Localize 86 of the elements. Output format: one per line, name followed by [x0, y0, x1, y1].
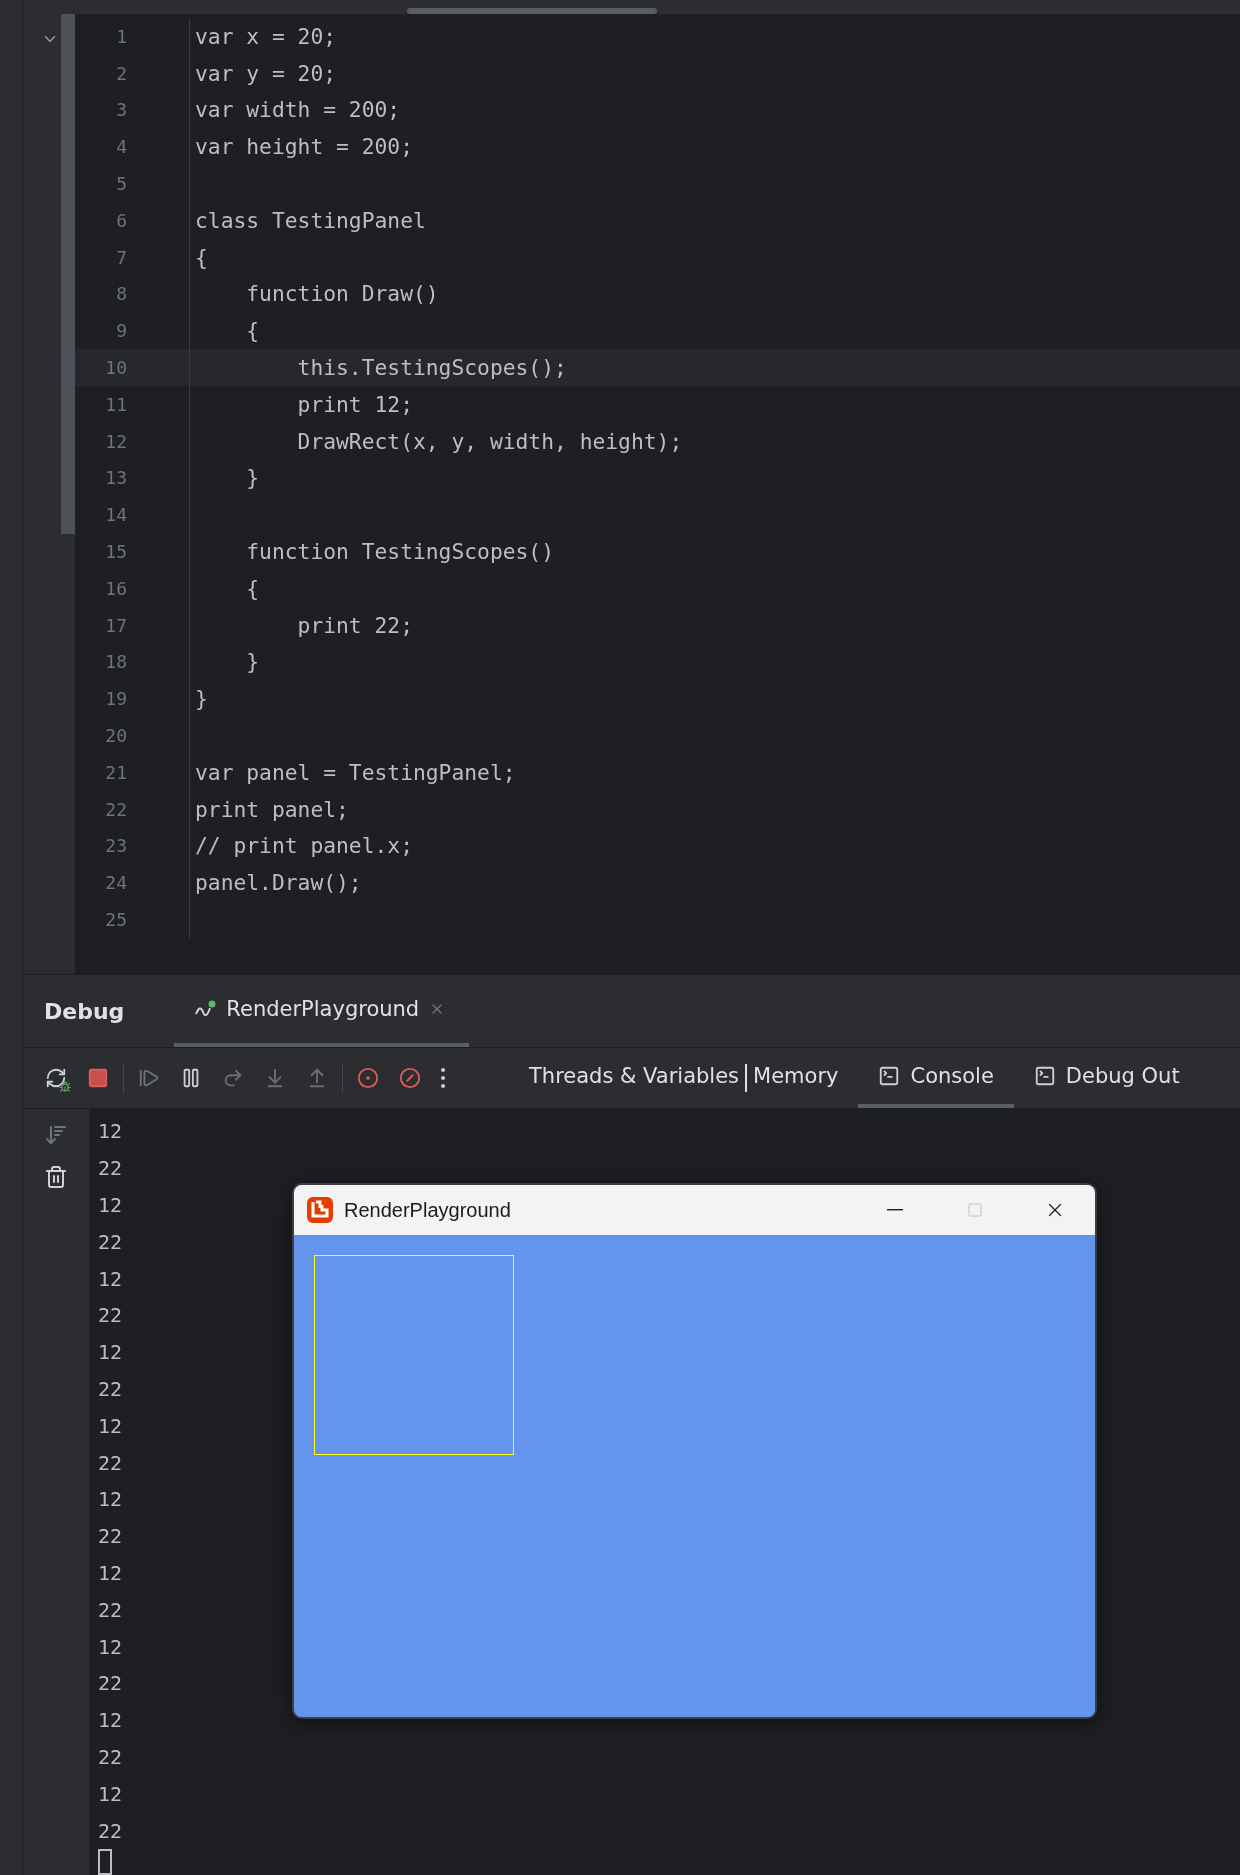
maximize-icon	[967, 1202, 983, 1218]
code-line: var panel = TestingPanel;	[195, 759, 516, 785]
line-number: 16	[104, 577, 127, 599]
window-title: RenderPlayground	[344, 1198, 512, 1222]
code-line: print 12;	[296, 391, 413, 417]
line-number: 23	[104, 835, 127, 857]
console-output-line: 12	[98, 1266, 123, 1291]
console-output-line: 12	[98, 1561, 123, 1585]
line-number: 17	[104, 614, 127, 636]
console-output-line: 12	[98, 1193, 123, 1218]
console-output-line: 12	[98, 1119, 123, 1144]
line-number: 13	[104, 467, 127, 489]
console-output-line: 12	[98, 1634, 123, 1659]
session-label: RenderPlayground	[226, 997, 420, 1022]
line-number: 11	[104, 393, 127, 415]
console-output-line: 12	[98, 1708, 123, 1733]
code-line: var y = 20;	[195, 60, 337, 86]
line-number: 9	[115, 320, 127, 342]
terminal-icon	[878, 1065, 901, 1088]
app-logo-icon	[306, 1196, 334, 1224]
line-number: 21	[104, 761, 127, 783]
line-number: 7	[115, 246, 127, 268]
session-tab[interactable]: RenderPlayground	[174, 975, 470, 1048]
breakpoints-icon	[357, 1067, 379, 1090]
stop-icon	[87, 1067, 109, 1090]
code-line: print 22;	[296, 612, 413, 638]
code-line: class TestingPanel	[195, 207, 426, 233]
run-session-icon	[194, 1000, 217, 1019]
code-line: {	[245, 575, 260, 601]
view-tab[interactable]: Debug Out	[1013, 1048, 1200, 1109]
console-output-line: 22	[98, 1597, 123, 1622]
line-number: 18	[104, 651, 127, 673]
line-number: 5	[115, 173, 127, 195]
code-line: function TestingScopes()	[245, 539, 554, 565]
console-output-line: 12	[98, 1781, 123, 1806]
mute-breakpoints-icon	[399, 1067, 421, 1090]
code-line: this.TestingScopes();	[296, 355, 567, 381]
text-cursor	[98, 1849, 112, 1875]
line-number: 1	[115, 25, 127, 47]
line-number: 19	[104, 688, 127, 710]
line-number: 10	[104, 357, 127, 379]
line-number: 25	[104, 909, 127, 930]
console-output-line: 22	[98, 1818, 123, 1843]
line-number: 2	[115, 62, 127, 84]
panel-title: Debug	[44, 998, 125, 1024]
code-line: {	[245, 318, 260, 344]
console-output-line: 22	[98, 1156, 123, 1181]
line-number: 14	[104, 504, 127, 526]
trash-icon[interactable]	[44, 1165, 68, 1190]
console-output-line: 12	[98, 1487, 123, 1512]
console-output-line: 22	[98, 1377, 123, 1402]
line-number: 6	[115, 209, 127, 231]
console-output-line: 22	[98, 1303, 123, 1328]
console-output-line: 22	[98, 1524, 123, 1549]
code-line: DrawRect(x, y, width, height);	[296, 428, 683, 454]
code-line: }	[245, 649, 260, 675]
more-icon	[441, 1068, 445, 1089]
console-output-line: 22	[98, 1671, 123, 1696]
code-line: var height = 200;	[195, 134, 413, 160]
code-line: {	[195, 244, 208, 270]
console-output-line: 12	[98, 1340, 123, 1365]
console-output-line: 22	[98, 1450, 123, 1475]
line-number: 4	[115, 136, 127, 158]
code-line: }	[245, 465, 260, 491]
line-number: 12	[104, 430, 127, 452]
console-output-line: 12	[98, 1413, 123, 1438]
code-line: }	[195, 686, 208, 712]
code-line: var x = 20;	[195, 23, 337, 49]
code-line: var width = 200;	[195, 97, 401, 123]
line-number: 22	[104, 798, 127, 820]
code-line: // print panel.x;	[195, 833, 413, 859]
console-output-line: 22	[98, 1229, 123, 1254]
code-line: function Draw()	[245, 281, 439, 307]
line-number: 8	[115, 283, 127, 305]
minimize-icon	[887, 1209, 903, 1211]
console-output-line: 22	[98, 1745, 123, 1769]
view-tab[interactable]: Threads & Variables	[529, 1048, 746, 1109]
terminal-icon	[1033, 1065, 1056, 1088]
code-line: panel.Draw();	[195, 870, 362, 896]
line-number: 3	[115, 99, 127, 121]
code-line: print panel;	[195, 796, 349, 822]
scrollbar-thumb[interactable]	[407, 8, 657, 14]
line-number: 15	[104, 541, 127, 563]
view-tab[interactable]: Memory	[747, 1048, 859, 1109]
line-number: 24	[104, 872, 127, 894]
line-number: 20	[104, 725, 127, 747]
